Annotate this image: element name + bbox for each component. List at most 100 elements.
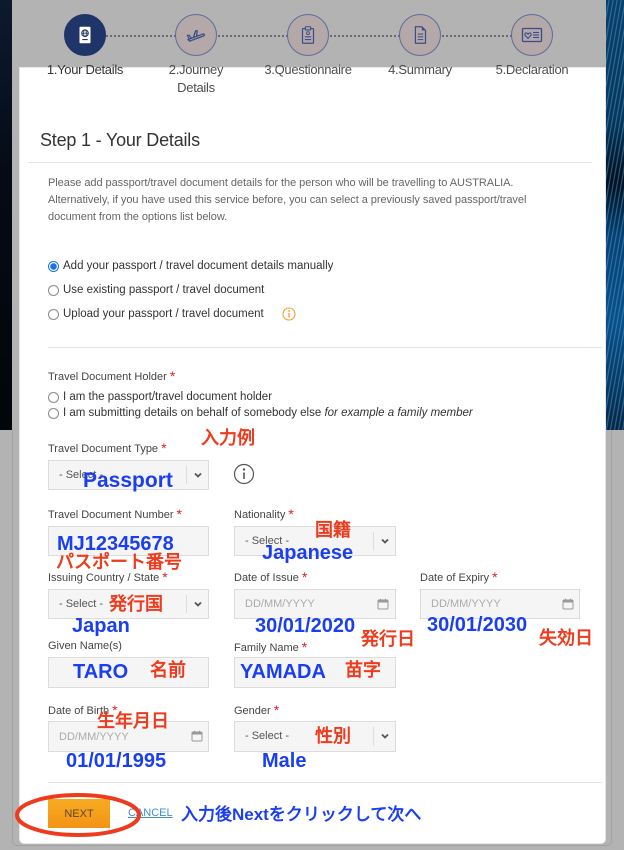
heading-divider — [28, 162, 592, 163]
annotation-issuing-country-value: Japan — [72, 615, 130, 637]
radio-holder-other-label[interactable]: I am submitting details on behalf of som… — [63, 405, 473, 421]
family-name-label-text: Family Name — [234, 642, 299, 654]
annotation-next-instruction: 入力後Nextをクリックして次へ — [181, 805, 422, 824]
annotation-document-number-label: パスポート番号 — [56, 552, 182, 572]
required-mark: * — [169, 368, 176, 384]
page-title: Step 1 - Your Details — [40, 130, 200, 150]
intro-text-line: document from the options list below. — [48, 211, 228, 223]
date-of-expiry-label-text: Date of Expiry — [420, 572, 490, 584]
step-2-journey-details[interactable] — [175, 14, 217, 56]
document-number-label-text: Travel Document Number — [48, 509, 174, 521]
radio-holder-other[interactable] — [48, 408, 59, 419]
airplane-departure-icon — [186, 29, 206, 42]
annotation-date-of-expiry-label: 失効日 — [539, 628, 593, 648]
annotation-given-name-value: TARO — [73, 661, 129, 683]
chevron-down-icon — [194, 472, 202, 478]
step-3-label: 3.Questionnaire — [264, 62, 352, 77]
step-connector — [106, 35, 176, 37]
required-mark: * — [301, 569, 308, 585]
document-type-label: Travel Document Type * — [48, 439, 167, 457]
annotation-nationality-value: Japanese — [262, 542, 354, 564]
annotation-date-of-birth-label: 生年月日 — [97, 711, 169, 731]
annotation-date-of-expiry-value: 30/01/2030 — [427, 614, 528, 636]
document-number-label: Travel Document Number * — [48, 505, 182, 523]
given-names-label: Given Name(s) — [48, 640, 122, 652]
radio-upload-document-label[interactable]: Upload your passport / travel document — [63, 306, 264, 322]
required-mark: * — [301, 639, 308, 655]
step-4-label: 4.Summary — [388, 62, 452, 77]
calendar-icon[interactable] — [562, 598, 574, 610]
annotation-gender-value: Male — [262, 750, 307, 772]
annotation-date-of-issue-label: 発行日 — [361, 629, 415, 649]
chevron-down-icon — [381, 538, 389, 544]
annotation-nationality-label: 国籍 — [315, 520, 351, 540]
required-mark: * — [273, 702, 280, 718]
select-divider — [373, 532, 374, 550]
step-2-label: 2.Journey — [168, 62, 224, 77]
annotation-example-header: 入力例 — [201, 428, 255, 448]
chevron-down-icon — [194, 601, 202, 607]
info-icon[interactable] — [233, 463, 255, 485]
gender-select-value: - Select - — [245, 730, 290, 742]
radio-add-manually-label[interactable]: Add your passport / travel document deta… — [63, 258, 333, 274]
radio-holder-self-label[interactable]: I am the passport/travel document holder — [63, 389, 272, 405]
required-mark: * — [288, 506, 294, 522]
radio-holder-other-text: I am submitting details on behalf of som… — [63, 407, 322, 419]
nationality-label: Nationality * — [234, 505, 294, 523]
select-divider — [373, 727, 374, 746]
clipboard-icon — [301, 26, 315, 44]
info-icon[interactable] — [282, 307, 296, 321]
radio-use-existing[interactable] — [48, 285, 59, 296]
radio-upload-document[interactable] — [48, 309, 59, 320]
radio-holder-self[interactable] — [48, 392, 59, 403]
section-divider — [48, 347, 602, 348]
document-holder-label: Travel Document Holder * — [48, 367, 175, 385]
issuing-country-select-value: - Select - — [59, 598, 104, 610]
gender-label-text: Gender — [234, 705, 271, 717]
date-of-expiry-label: Date of Expiry * — [420, 568, 498, 586]
step-connector — [218, 35, 288, 37]
annotation-date-of-issue-value: 30/01/2020 — [255, 615, 356, 637]
date-of-issue-label: Date of Issue * — [234, 568, 307, 586]
step-5-label: 5.Declaration — [495, 62, 569, 77]
annotation-gender-label: 性別 — [315, 726, 351, 746]
document-holder-label-text: Travel Document Holder — [48, 371, 167, 383]
calendar-icon[interactable] — [191, 730, 203, 742]
intro-text-line: Alternatively, if you have used this ser… — [48, 194, 527, 206]
annotation-family-name-label: 苗字 — [345, 660, 381, 680]
radio-use-existing-label[interactable]: Use existing passport / travel document — [63, 282, 264, 298]
annotation-issuing-country-label: 発行国 — [109, 594, 163, 614]
annotation-family-name-value: YAMADA — [240, 661, 326, 683]
issuing-country-label-text: Issuing Country / State — [48, 572, 160, 584]
step-connector — [330, 35, 400, 37]
required-mark: * — [176, 506, 182, 522]
select-divider — [186, 595, 187, 613]
required-mark: * — [161, 440, 167, 456]
document-icon — [414, 26, 427, 44]
date-of-issue-label-text: Date of Issue — [234, 572, 299, 584]
nationality-label-text: Nationality — [234, 509, 286, 521]
step-2-label-line2: Details — [177, 80, 215, 95]
required-mark: * — [492, 569, 498, 585]
date-of-issue-input[interactable] — [235, 590, 395, 618]
document-type-label-text: Travel Document Type — [48, 443, 159, 455]
annotation-document-type-value: Passport — [83, 469, 173, 492]
step-connector — [442, 35, 512, 37]
chevron-down-icon — [381, 733, 389, 739]
annotation-given-name-label: 名前 — [150, 660, 186, 680]
step-4-summary[interactable] — [399, 14, 441, 56]
select-divider — [186, 466, 187, 484]
footer-divider — [48, 782, 602, 783]
step-5-declaration[interactable] — [511, 14, 553, 56]
passport-icon — [79, 26, 91, 44]
calendar-icon[interactable] — [377, 598, 389, 610]
family-name-label: Family Name * — [234, 638, 307, 656]
radio-add-manually[interactable] — [48, 261, 59, 272]
annotation-date-of-birth-value: 01/01/1995 — [66, 750, 167, 772]
step-3-questionnaire[interactable] — [287, 14, 329, 56]
gender-label: Gender * — [234, 701, 279, 719]
radio-holder-other-note: for example a family member — [324, 407, 473, 419]
annotation-highlight-ellipse — [15, 793, 141, 837]
intro-text-line: Please add passport/travel document deta… — [48, 177, 514, 189]
step-1-your-details[interactable] — [64, 14, 106, 56]
